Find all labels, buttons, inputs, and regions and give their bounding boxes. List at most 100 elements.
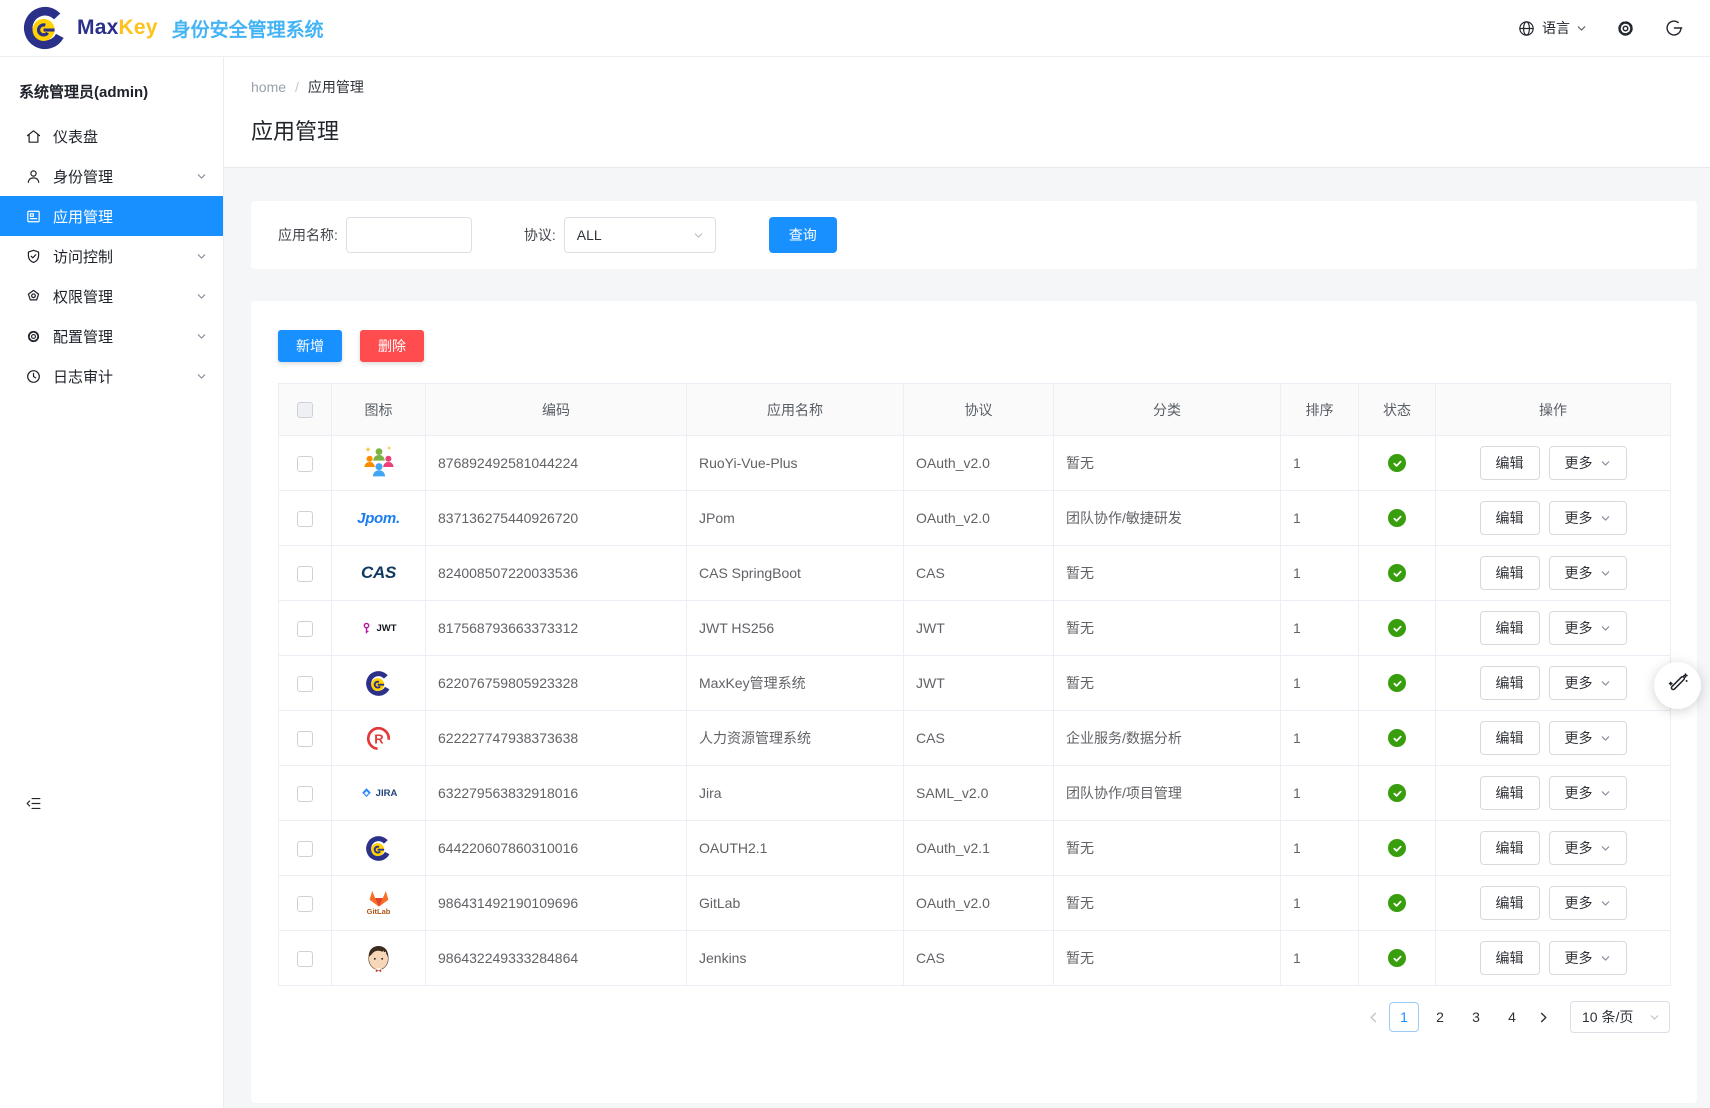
sidebar-item-label: 应用管理 bbox=[53, 206, 113, 227]
more-label: 更多 bbox=[1565, 838, 1593, 858]
app-protocol: JWT bbox=[904, 601, 1054, 656]
more-button[interactable]: 更多 bbox=[1549, 721, 1627, 755]
more-button[interactable]: 更多 bbox=[1549, 776, 1627, 810]
pagination-next-button[interactable] bbox=[1530, 1002, 1556, 1032]
page-size-select[interactable]: 10 条/页 bbox=[1570, 1001, 1670, 1033]
col-header-actions: 操作 bbox=[1436, 384, 1671, 436]
row-checkbox[interactable] bbox=[297, 786, 313, 802]
row-checkbox[interactable] bbox=[297, 456, 313, 472]
application-icon bbox=[24, 208, 42, 225]
breadcrumb: home / 应用管理 bbox=[251, 77, 364, 97]
sidebar-item-label: 访问控制 bbox=[53, 246, 113, 267]
sidebar-item-dashboard[interactable]: 仪表盘 bbox=[0, 116, 223, 156]
edit-button[interactable]: 编辑 bbox=[1480, 666, 1540, 700]
edit-button[interactable]: 编辑 bbox=[1480, 941, 1540, 975]
more-button[interactable]: 更多 bbox=[1549, 501, 1627, 535]
row-checkbox[interactable] bbox=[297, 676, 313, 692]
edit-button[interactable]: 编辑 bbox=[1480, 776, 1540, 810]
pagination-page-1[interactable]: 1 bbox=[1389, 1002, 1419, 1032]
app-category: 暂无 bbox=[1054, 931, 1281, 986]
pagination-page-4[interactable]: 4 bbox=[1497, 1002, 1527, 1032]
more-button[interactable]: 更多 bbox=[1549, 666, 1627, 700]
dashboard-home-icon bbox=[24, 128, 42, 145]
app-category: 团队协作/项目管理 bbox=[1054, 766, 1281, 821]
menu-fold-icon[interactable] bbox=[25, 795, 42, 812]
more-button[interactable]: 更多 bbox=[1549, 611, 1627, 645]
chevron-down-icon bbox=[1649, 1012, 1660, 1023]
add-button[interactable]: 新增 bbox=[278, 330, 342, 362]
more-label: 更多 bbox=[1565, 508, 1593, 528]
edit-button[interactable]: 编辑 bbox=[1480, 556, 1540, 590]
edit-button[interactable]: 编辑 bbox=[1480, 721, 1540, 755]
settings-gear-icon[interactable] bbox=[1615, 18, 1636, 39]
pagination-page-3[interactable]: 3 bbox=[1461, 1002, 1491, 1032]
sidebar-item-identity[interactable]: 身份管理 bbox=[0, 156, 223, 196]
row-checkbox[interactable] bbox=[297, 731, 313, 747]
sidebar-item-audit[interactable]: 日志审计 bbox=[0, 356, 223, 396]
row-checkbox[interactable] bbox=[297, 896, 313, 912]
app-code: 837136275440926720 bbox=[426, 491, 687, 546]
chevron-down-icon bbox=[1600, 898, 1611, 909]
sidebar-item-permission[interactable]: 权限管理 bbox=[0, 276, 223, 316]
status-enabled-icon bbox=[1388, 784, 1406, 802]
brand-subtitle: 身份安全管理系统 bbox=[172, 15, 324, 42]
logout-icon[interactable] bbox=[1664, 18, 1684, 38]
language-label: 语言 bbox=[1542, 18, 1570, 38]
sidebar-item-access[interactable]: 访问控制 bbox=[0, 236, 223, 276]
delete-button[interactable]: 删除 bbox=[360, 330, 424, 362]
select-all-checkbox[interactable] bbox=[297, 402, 313, 418]
edit-button[interactable]: 编辑 bbox=[1480, 831, 1540, 865]
table-row: CAS824008507220033536CAS SpringBootCAS暂无… bbox=[279, 546, 1671, 601]
app-name: OAUTH2.1 bbox=[687, 821, 904, 876]
app-code: 876892492581044224 bbox=[426, 436, 687, 491]
more-button[interactable]: 更多 bbox=[1549, 446, 1627, 480]
app-name: JWT HS256 bbox=[687, 601, 904, 656]
brand[interactable]: MaxKey 身份安全管理系统 bbox=[22, 5, 324, 51]
app-name-input[interactable] bbox=[346, 217, 472, 253]
jira-logo: JIRA bbox=[360, 773, 398, 813]
app-protocol: SAML_v2.0 bbox=[904, 766, 1054, 821]
more-label: 更多 bbox=[1565, 673, 1593, 693]
app-protocol: CAS bbox=[904, 546, 1054, 601]
chevron-down-icon bbox=[693, 230, 704, 241]
chevron-down-icon bbox=[196, 171, 207, 182]
breadcrumb-home[interactable]: home bbox=[251, 79, 286, 95]
ruoyi-vue-plus-logo bbox=[359, 442, 399, 482]
edit-button[interactable]: 编辑 bbox=[1480, 501, 1540, 535]
pagination-prev-button[interactable] bbox=[1360, 1002, 1386, 1032]
topbar: MaxKey 身份安全管理系统 语言 bbox=[0, 0, 1710, 57]
brand-name: MaxKey bbox=[77, 16, 158, 40]
protocol-select[interactable]: ALL bbox=[564, 217, 716, 253]
gitlab-logo: GitLab bbox=[367, 883, 391, 923]
chevron-down-icon bbox=[196, 331, 207, 342]
status-enabled-icon bbox=[1388, 894, 1406, 912]
maxkey-logo bbox=[22, 5, 68, 51]
more-button[interactable]: 更多 bbox=[1549, 831, 1627, 865]
pagination-page-2[interactable]: 2 bbox=[1425, 1002, 1455, 1032]
edit-button[interactable]: 编辑 bbox=[1480, 611, 1540, 645]
search-button[interactable]: 查询 bbox=[769, 217, 837, 253]
sidebar-item-application[interactable]: 应用管理 bbox=[0, 196, 223, 236]
more-button[interactable]: 更多 bbox=[1549, 941, 1627, 975]
row-checkbox[interactable] bbox=[297, 511, 313, 527]
sidebar-item-config[interactable]: 配置管理 bbox=[0, 316, 223, 356]
page-size-value: 10 条/页 bbox=[1582, 1007, 1633, 1027]
magic-wand-button[interactable] bbox=[1654, 662, 1701, 709]
row-checkbox[interactable] bbox=[297, 566, 313, 582]
edit-button[interactable]: 编辑 bbox=[1480, 446, 1540, 480]
svg-text:R: R bbox=[374, 731, 384, 746]
row-checkbox[interactable] bbox=[297, 951, 313, 967]
row-checkbox[interactable] bbox=[297, 621, 313, 637]
app-protocol: OAuth_v2.1 bbox=[904, 821, 1054, 876]
app-code: 986431492190109696 bbox=[426, 876, 687, 931]
more-button[interactable]: 更多 bbox=[1549, 886, 1627, 920]
more-button[interactable]: 更多 bbox=[1549, 556, 1627, 590]
main-area: home / 应用管理 应用管理 应用名称: 协议: ALL 查询 bbox=[224, 57, 1710, 1108]
language-menu[interactable]: 语言 bbox=[1517, 18, 1587, 38]
jenkins-logo bbox=[365, 938, 392, 978]
row-checkbox[interactable] bbox=[297, 841, 313, 857]
chevron-down-icon bbox=[196, 371, 207, 382]
table-row: R622227747938373638人力资源管理系统CAS企业服务/数据分析1… bbox=[279, 711, 1671, 766]
identity-user-icon bbox=[24, 168, 42, 185]
edit-button[interactable]: 编辑 bbox=[1480, 886, 1540, 920]
